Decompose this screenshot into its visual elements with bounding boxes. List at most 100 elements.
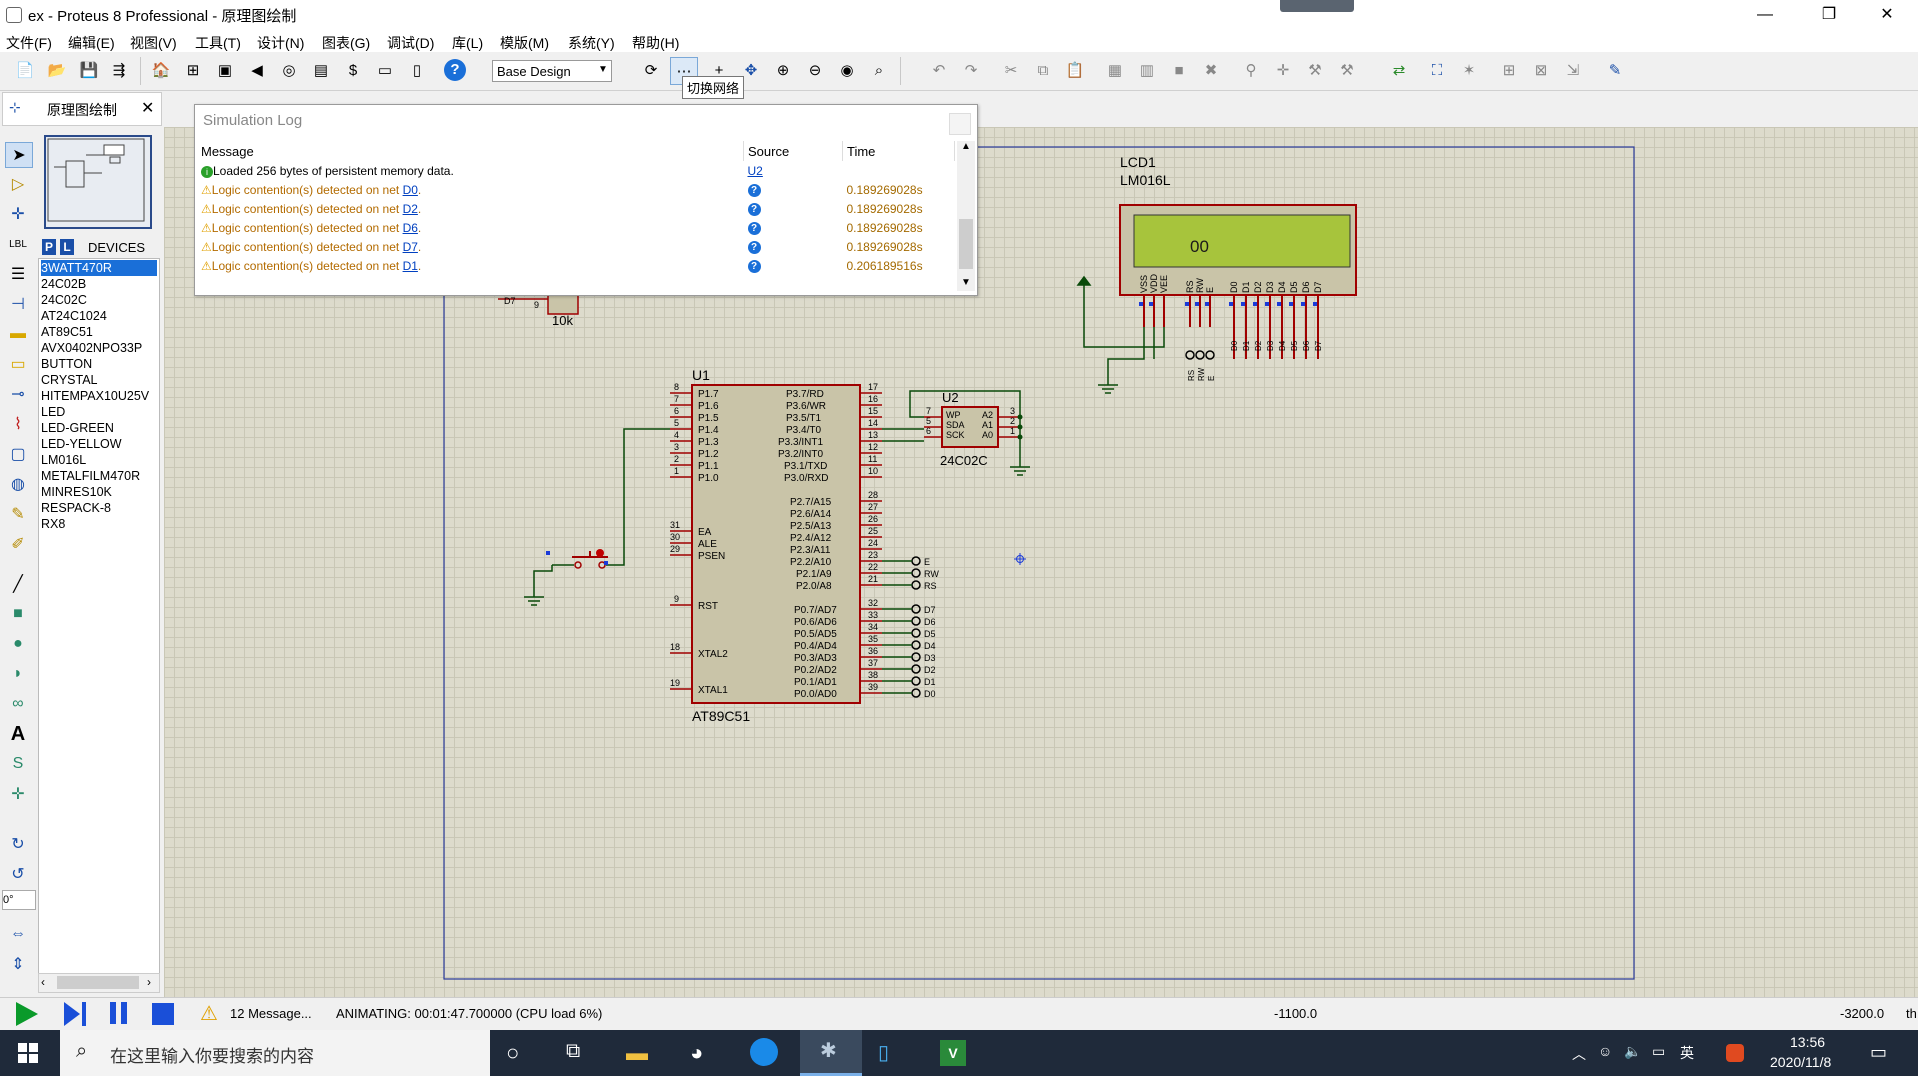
menu-template[interactable]: 模版(M) bbox=[500, 33, 549, 53]
redo-icon[interactable]: ↷ bbox=[958, 57, 984, 83]
zoom-all-icon[interactable]: ◉ bbox=[834, 57, 860, 83]
menu-help[interactable]: 帮助(H) bbox=[632, 33, 679, 53]
buses-icon[interactable]: ⊣ bbox=[5, 292, 31, 316]
play-button[interactable] bbox=[16, 1002, 38, 1026]
input-method-icon[interactable] bbox=[1726, 1044, 1744, 1062]
log-row[interactable]: ⚠Logic contention(s) detected on net D0.… bbox=[197, 180, 955, 199]
scroll-right-icon[interactable]: › bbox=[147, 975, 151, 989]
import-icon[interactable]: ⇶ bbox=[106, 57, 132, 83]
save-icon[interactable]: 💾 bbox=[76, 57, 102, 83]
tab-close-icon[interactable]: ✕ bbox=[141, 98, 154, 118]
3d-icon[interactable]: ◀ bbox=[244, 57, 270, 83]
device-item[interactable]: LED bbox=[41, 404, 157, 420]
menu-file[interactable]: 文件(F) bbox=[6, 33, 52, 53]
device-item[interactable]: 24C02C bbox=[41, 292, 157, 308]
device-item[interactable]: RESPACK-8 bbox=[41, 500, 157, 516]
text-script-icon[interactable]: ☰ bbox=[5, 262, 31, 286]
source-code-icon[interactable]: ▭ bbox=[372, 57, 398, 83]
block-delete-icon[interactable]: ✖ bbox=[1198, 57, 1224, 83]
remove-sheet-icon[interactable]: ⊠ bbox=[1528, 57, 1554, 83]
maximize-button[interactable]: ❐ bbox=[1806, 0, 1852, 30]
device-item[interactable]: LM016L bbox=[41, 452, 157, 468]
property-tool-icon[interactable]: ✶ bbox=[1456, 57, 1482, 83]
help-icon[interactable]: ? bbox=[747, 241, 761, 254]
block-rotate-icon[interactable]: ■ bbox=[1166, 57, 1192, 83]
device-item[interactable]: AT89C51 bbox=[41, 324, 157, 340]
device-item[interactable]: LED-GREEN bbox=[41, 420, 157, 436]
wire-autorouter-icon[interactable]: ⇄ bbox=[1386, 57, 1412, 83]
package-tool-icon[interactable]: ⚒ bbox=[1302, 57, 1328, 83]
taskbar-search-box[interactable]: ⌕ 在这里输入你要搜索的内容 bbox=[60, 1030, 490, 1076]
menu-debug[interactable]: 调试(D) bbox=[387, 33, 434, 53]
current-probe-icon[interactable]: ✐ bbox=[5, 532, 31, 556]
block-copy-icon[interactable]: ▦ bbox=[1102, 57, 1128, 83]
scroll-down-icon[interactable]: ▼ bbox=[961, 277, 971, 288]
zoom-out-icon[interactable]: ⊖ bbox=[802, 57, 828, 83]
netlist-icon[interactable]: ✎ bbox=[1602, 57, 1628, 83]
zoom-area-icon[interactable]: ⌕ bbox=[866, 57, 892, 83]
pcb-icon[interactable]: ▣ bbox=[212, 57, 238, 83]
menu-design[interactable]: 设计(N) bbox=[257, 33, 304, 53]
clock-time[interactable]: 13:56 bbox=[1790, 1034, 1825, 1050]
help-icon[interactable]: ? bbox=[747, 203, 761, 216]
qq-icon[interactable]: ◕ bbox=[690, 1040, 703, 1066]
scroll-thumb[interactable] bbox=[57, 976, 139, 989]
open-folder-icon[interactable]: 📂 bbox=[44, 57, 70, 83]
new-sheet-icon[interactable]: ⊞ bbox=[1496, 57, 1522, 83]
device-item[interactable]: CRYSTAL bbox=[41, 372, 157, 388]
step-button[interactable] bbox=[64, 1002, 80, 1026]
log-row[interactable]: ⚠Logic contention(s) detected on net D1.… bbox=[197, 256, 955, 275]
ime-indicator[interactable]: 英 bbox=[1680, 1043, 1694, 1063]
stop-button[interactable] bbox=[152, 1003, 174, 1025]
device-item[interactable]: AT24C1024 bbox=[41, 308, 157, 324]
home-icon[interactable]: 🏠 bbox=[148, 57, 174, 83]
column-header-source[interactable]: Source bbox=[743, 141, 843, 161]
windows-start-icon[interactable] bbox=[18, 1043, 38, 1063]
pick-device-button[interactable]: P bbox=[42, 239, 56, 255]
device-item[interactable]: 3WATT470R bbox=[41, 260, 157, 276]
simulation-log-close-button[interactable] bbox=[949, 113, 971, 135]
menu-tools[interactable]: 工具(T) bbox=[195, 33, 241, 53]
pick-device-icon[interactable]: ⚲ bbox=[1238, 57, 1264, 83]
rotate-clockwise-icon[interactable]: ↻ bbox=[5, 832, 31, 856]
voltage-probe-icon[interactable]: ✎ bbox=[5, 502, 31, 526]
schematic-icon[interactable]: ⊞ bbox=[180, 57, 206, 83]
log-net-link[interactable]: D7 bbox=[403, 240, 418, 254]
graph-mode-icon[interactable]: ⌇ bbox=[5, 412, 31, 436]
make-device-icon[interactable]: ✛ bbox=[1270, 57, 1296, 83]
simulation-log-scrollbar[interactable]: ▲ ▼ bbox=[957, 141, 975, 291]
refresh-icon[interactable]: ⟳ bbox=[638, 57, 664, 83]
overview-preview[interactable] bbox=[44, 135, 152, 229]
device-item[interactable]: RX8 bbox=[41, 516, 157, 532]
goto-sheet-icon[interactable]: ⇲ bbox=[1560, 57, 1586, 83]
menu-library[interactable]: 库(L) bbox=[452, 33, 483, 53]
paste-icon[interactable]: 📋 bbox=[1062, 57, 1088, 83]
tray-app-icon[interactable]: ☺ bbox=[1598, 1043, 1612, 1059]
minimize-button[interactable]: — bbox=[1742, 0, 1788, 30]
menu-edit[interactable]: 编辑(E) bbox=[68, 33, 115, 53]
device-item[interactable]: AVX0402NPO33P bbox=[41, 340, 157, 356]
device-item[interactable]: LED-YELLOW bbox=[41, 436, 157, 452]
wire-label-icon[interactable]: LBL bbox=[5, 232, 31, 256]
volume-icon[interactable]: 🔈 bbox=[1624, 1043, 1641, 1060]
search-tag-icon[interactable]: ⛶ bbox=[1424, 57, 1450, 83]
cut-icon[interactable]: ✂ bbox=[998, 57, 1024, 83]
symbol-icon[interactable]: S bbox=[5, 752, 31, 776]
browser-icon[interactable] bbox=[750, 1038, 778, 1066]
device-list[interactable]: 3WATT470R 24C02B 24C02C AT24C1024 AT89C5… bbox=[38, 258, 160, 975]
close-button[interactable]: ✕ bbox=[1864, 0, 1910, 30]
task-view-icon[interactable]: ⧉ bbox=[566, 1040, 580, 1063]
help-icon[interactable]: ? bbox=[442, 57, 468, 83]
log-net-link[interactable]: D0 bbox=[403, 183, 418, 197]
rotation-angle-field[interactable]: 0° bbox=[2, 890, 36, 910]
scroll-thumb[interactable] bbox=[959, 219, 973, 269]
terminals-icon[interactable]: ▭ bbox=[5, 352, 31, 376]
network-icon[interactable]: ▭ bbox=[1652, 1043, 1665, 1060]
device-item[interactable]: MINRES10K bbox=[41, 484, 157, 500]
log-net-link[interactable]: D6 bbox=[403, 221, 418, 235]
file-explorer-icon[interactable]: ▬ bbox=[626, 1040, 648, 1066]
proteus-taskbar-icon[interactable]: ✱ bbox=[800, 1030, 862, 1076]
device-pins-icon[interactable]: ⊸ bbox=[5, 382, 31, 406]
subcircuit-icon[interactable]: ▬ bbox=[5, 322, 31, 346]
block-move-icon[interactable]: ▥ bbox=[1134, 57, 1160, 83]
